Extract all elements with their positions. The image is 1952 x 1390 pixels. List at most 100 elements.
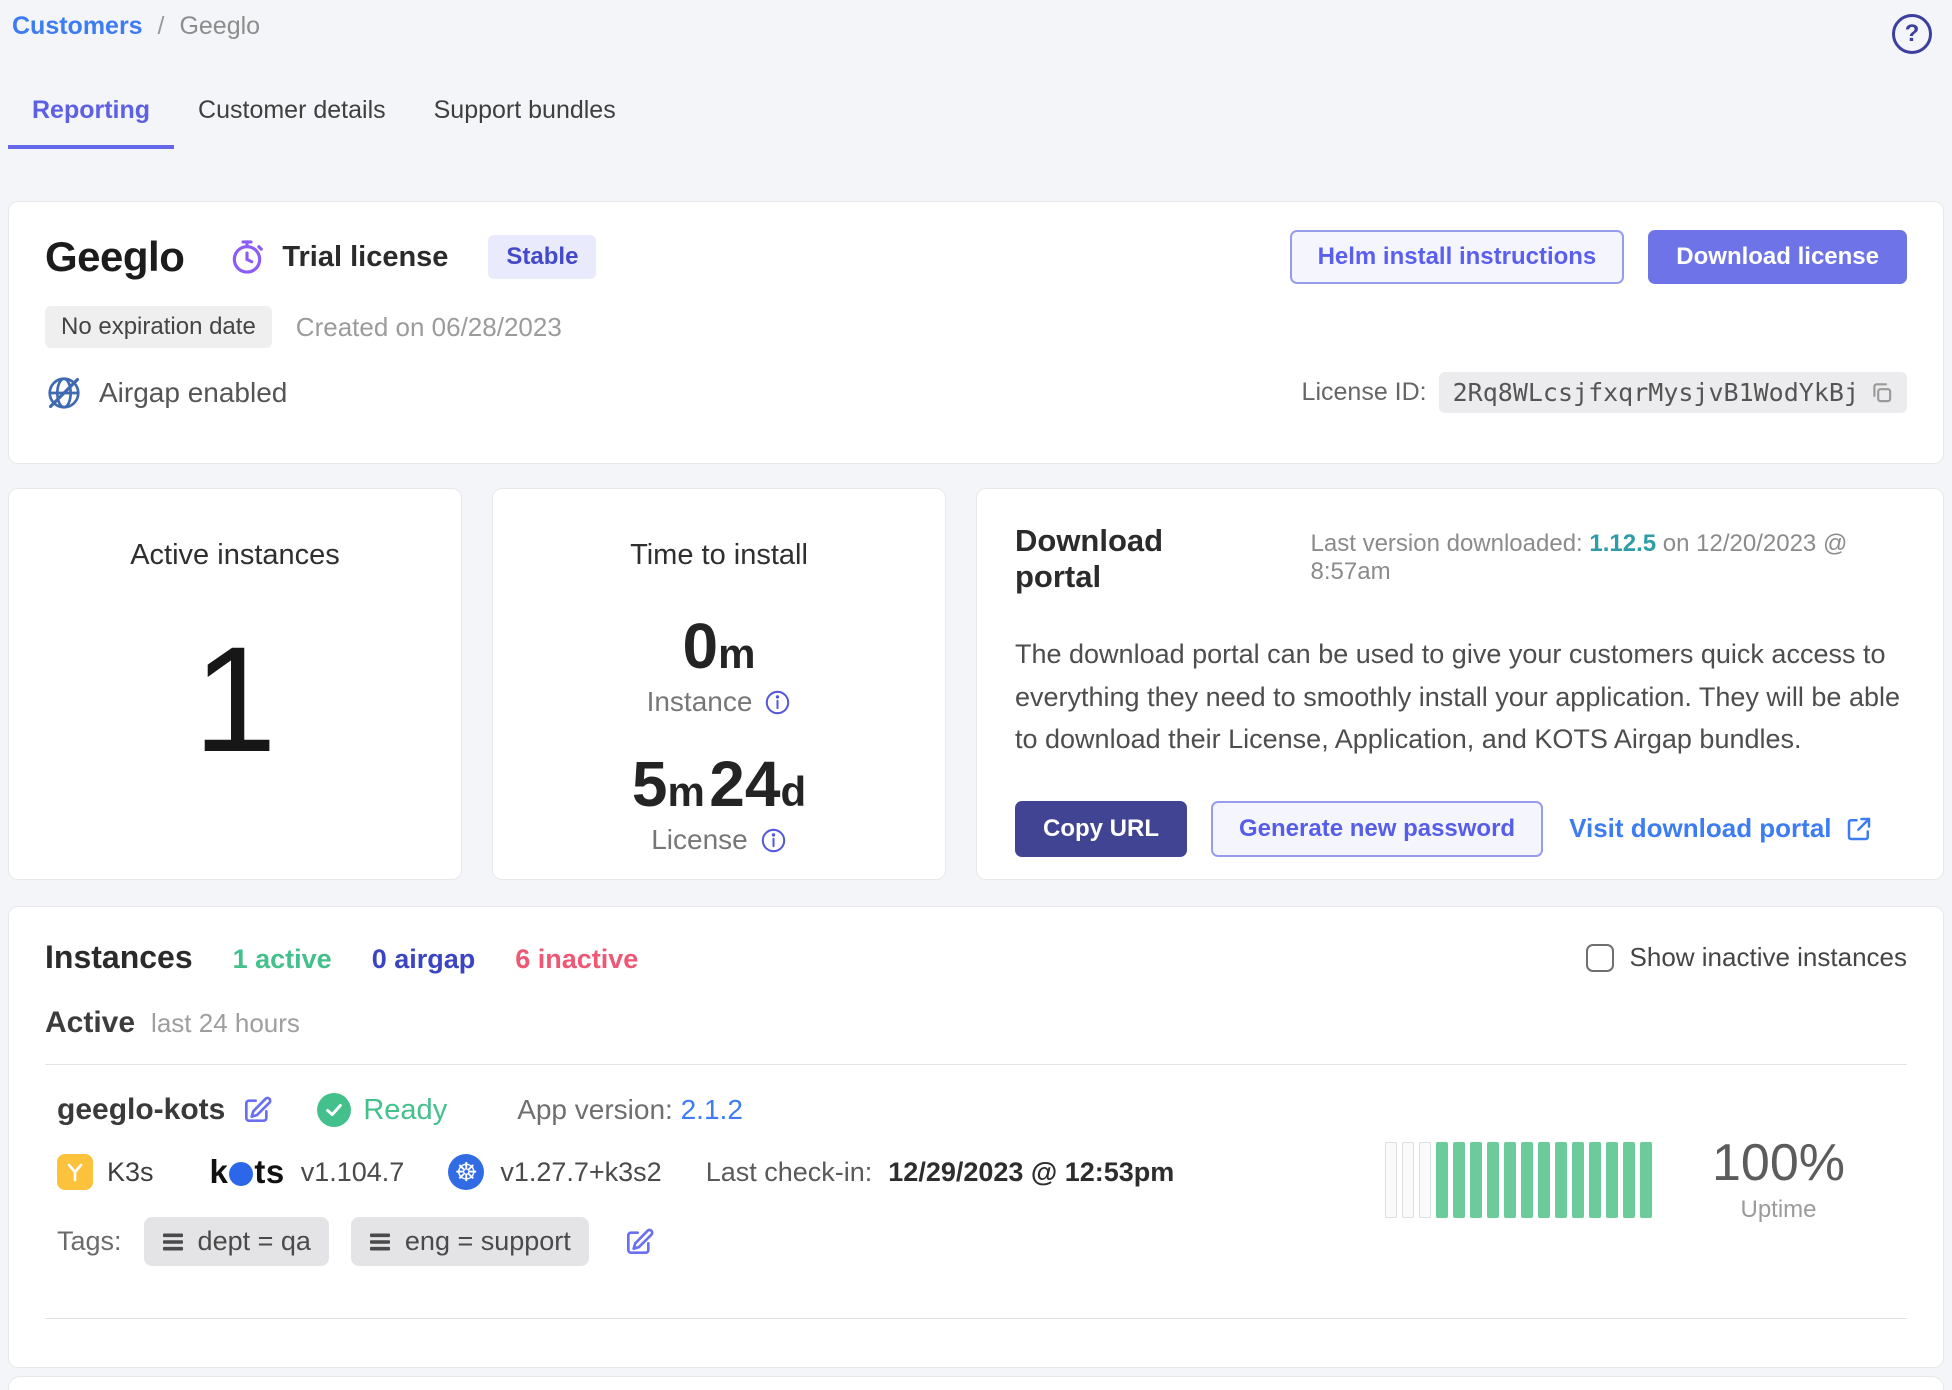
app-version-link[interactable]: 2.1.2: [681, 1094, 743, 1125]
tag-chip: eng = support: [351, 1217, 589, 1266]
show-inactive-checkbox[interactable]: [1586, 944, 1614, 972]
time-to-install-card: Time to install 0m Instance 5m: [492, 488, 946, 880]
tag-bars-icon: [162, 1232, 186, 1252]
license-install-time-unit2: d: [780, 768, 806, 815]
kots-logo: kts: [210, 1153, 285, 1191]
trial-license-timer-icon: [228, 238, 266, 276]
external-link-icon: [1844, 814, 1874, 844]
download-portal-description: The download portal can be used to give …: [1015, 633, 1905, 761]
instance-install-time-value: 0: [683, 610, 719, 682]
license-install-label: License: [651, 824, 748, 856]
kubernetes-version: v1.27.7+k3s2: [500, 1157, 661, 1188]
info-icon[interactable]: [764, 689, 791, 716]
tag-value: dept = qa: [198, 1226, 311, 1257]
uptime-bar: [1470, 1142, 1482, 1218]
uptime-bar: [1538, 1142, 1550, 1218]
last-version-downloaded: Last version downloaded: 1.12.5 on 12/20…: [1311, 530, 1905, 586]
channel-badge: Stable: [488, 235, 596, 279]
divider: [45, 1318, 1907, 1319]
license-id-label: License ID:: [1302, 378, 1427, 407]
uptime-bar: [1419, 1142, 1431, 1218]
customer-name: Geeglo: [45, 233, 184, 281]
uptime-bar: [1436, 1142, 1448, 1218]
last-version-link[interactable]: 1.12.5: [1589, 530, 1656, 557]
last-checkin-label: Last check-in:: [706, 1157, 873, 1188]
tags-label: Tags:: [57, 1226, 122, 1257]
tag-value: eng = support: [405, 1226, 571, 1257]
license-install-time-value2: 24: [709, 748, 780, 820]
uptime-bar: [1453, 1142, 1465, 1218]
license-install-time-value1: 5: [632, 748, 668, 820]
edit-instance-name-icon[interactable]: [241, 1094, 273, 1126]
info-icon[interactable]: [760, 827, 787, 854]
license-type-label: Trial license: [282, 241, 448, 274]
page: Customers / Geeglo ? Reporting Customer …: [0, 0, 1952, 1368]
copy-icon[interactable]: [1869, 380, 1895, 406]
active-instances-value: 1: [193, 624, 276, 774]
top-bar: Customers / Geeglo ?: [8, 0, 1944, 54]
instance-install-label: Instance: [647, 686, 753, 718]
show-inactive-toggle[interactable]: Show inactive instances: [1586, 942, 1907, 973]
help-icon[interactable]: ?: [1892, 14, 1932, 54]
uptime-bar: [1623, 1142, 1635, 1218]
kots-logo-k: k: [210, 1153, 229, 1191]
tab-customer-details[interactable]: Customer details: [174, 82, 410, 149]
uptime-bar: [1504, 1142, 1516, 1218]
license-id-value: 2Rq8WLcsjfxqrMysjvB1WodYkBj: [1453, 378, 1859, 407]
license-install-time-unit1: m: [667, 768, 704, 815]
airgap-globe-icon: [45, 374, 83, 412]
status-badge: Ready: [317, 1093, 447, 1127]
uptime-bar: [1640, 1142, 1652, 1218]
active-instances-title: Active instances: [130, 539, 340, 572]
k3s-label: K3s: [107, 1157, 154, 1188]
airgap-count[interactable]: 0 airgap: [372, 944, 476, 975]
uptime-bar: [1521, 1142, 1533, 1218]
edit-tags-icon[interactable]: [623, 1226, 655, 1258]
visit-download-portal-link[interactable]: Visit download portal: [1569, 813, 1873, 844]
stats-row: Active instances 1 Time to install 0m In…: [8, 488, 1944, 880]
visit-download-portal-label: Visit download portal: [1569, 813, 1831, 844]
uptime-bar: [1589, 1142, 1601, 1218]
uptime-percent: 100%: [1712, 1135, 1845, 1192]
inactive-count[interactable]: 6 inactive: [515, 944, 638, 975]
uptime-bar: [1606, 1142, 1618, 1218]
uptime-bar: [1572, 1142, 1584, 1218]
instance-name: geeglo-kots: [57, 1093, 225, 1127]
breadcrumb-current: Geeglo: [179, 12, 260, 40]
kots-o-icon: [229, 1162, 253, 1186]
download-portal-card: Download portal Last version downloaded:…: [976, 488, 1944, 880]
helm-install-instructions-button[interactable]: Helm install instructions: [1290, 230, 1625, 284]
instances-title: Instances: [45, 939, 193, 976]
download-license-button[interactable]: Download license: [1648, 230, 1907, 284]
copy-url-button[interactable]: Copy URL: [1015, 801, 1187, 857]
tab-reporting[interactable]: Reporting: [8, 82, 174, 149]
kubernetes-icon: ☸: [448, 1154, 484, 1190]
customer-summary-card: Geeglo Trial license Stable Helm install…: [8, 201, 1944, 464]
breadcrumb: Customers / Geeglo: [12, 12, 260, 41]
uptime-bar: [1385, 1142, 1397, 1218]
ready-check-icon: [317, 1093, 351, 1127]
show-inactive-label: Show inactive instances: [1630, 942, 1907, 973]
generate-new-password-button[interactable]: Generate new password: [1211, 801, 1543, 857]
tag-chip: dept = qa: [144, 1217, 329, 1266]
kots-version: v1.104.7: [301, 1157, 405, 1188]
last-version-prefix: Last version downloaded:: [1311, 530, 1590, 557]
uptime-label: Uptime: [1712, 1196, 1845, 1224]
breadcrumb-customers-link[interactable]: Customers: [12, 12, 143, 40]
instance-install-time-unit: m: [718, 630, 755, 677]
active-count[interactable]: 1 active: [233, 944, 332, 975]
k3s-icon: [57, 1154, 93, 1190]
breadcrumb-separator: /: [158, 12, 165, 40]
uptime-bar: [1487, 1142, 1499, 1218]
created-date-label: Created on 06/28/2023: [296, 312, 562, 343]
airgap-label: Airgap enabled: [99, 377, 287, 409]
kots-logo-ts: ts: [254, 1153, 284, 1191]
license-id-chip[interactable]: 2Rq8WLcsjfxqrMysjvB1WodYkBj: [1439, 372, 1907, 413]
tab-bar: Reporting Customer details Support bundl…: [8, 82, 1944, 149]
instances-card: Instances 1 active 0 airgap 6 inactive S…: [8, 906, 1944, 1368]
tag-bars-icon: [369, 1232, 393, 1252]
app-version-label: App version:: [517, 1094, 673, 1125]
tab-support-bundles[interactable]: Support bundles: [410, 82, 640, 149]
uptime-bar: [1555, 1142, 1567, 1218]
expiration-badge: No expiration date: [45, 306, 272, 348]
